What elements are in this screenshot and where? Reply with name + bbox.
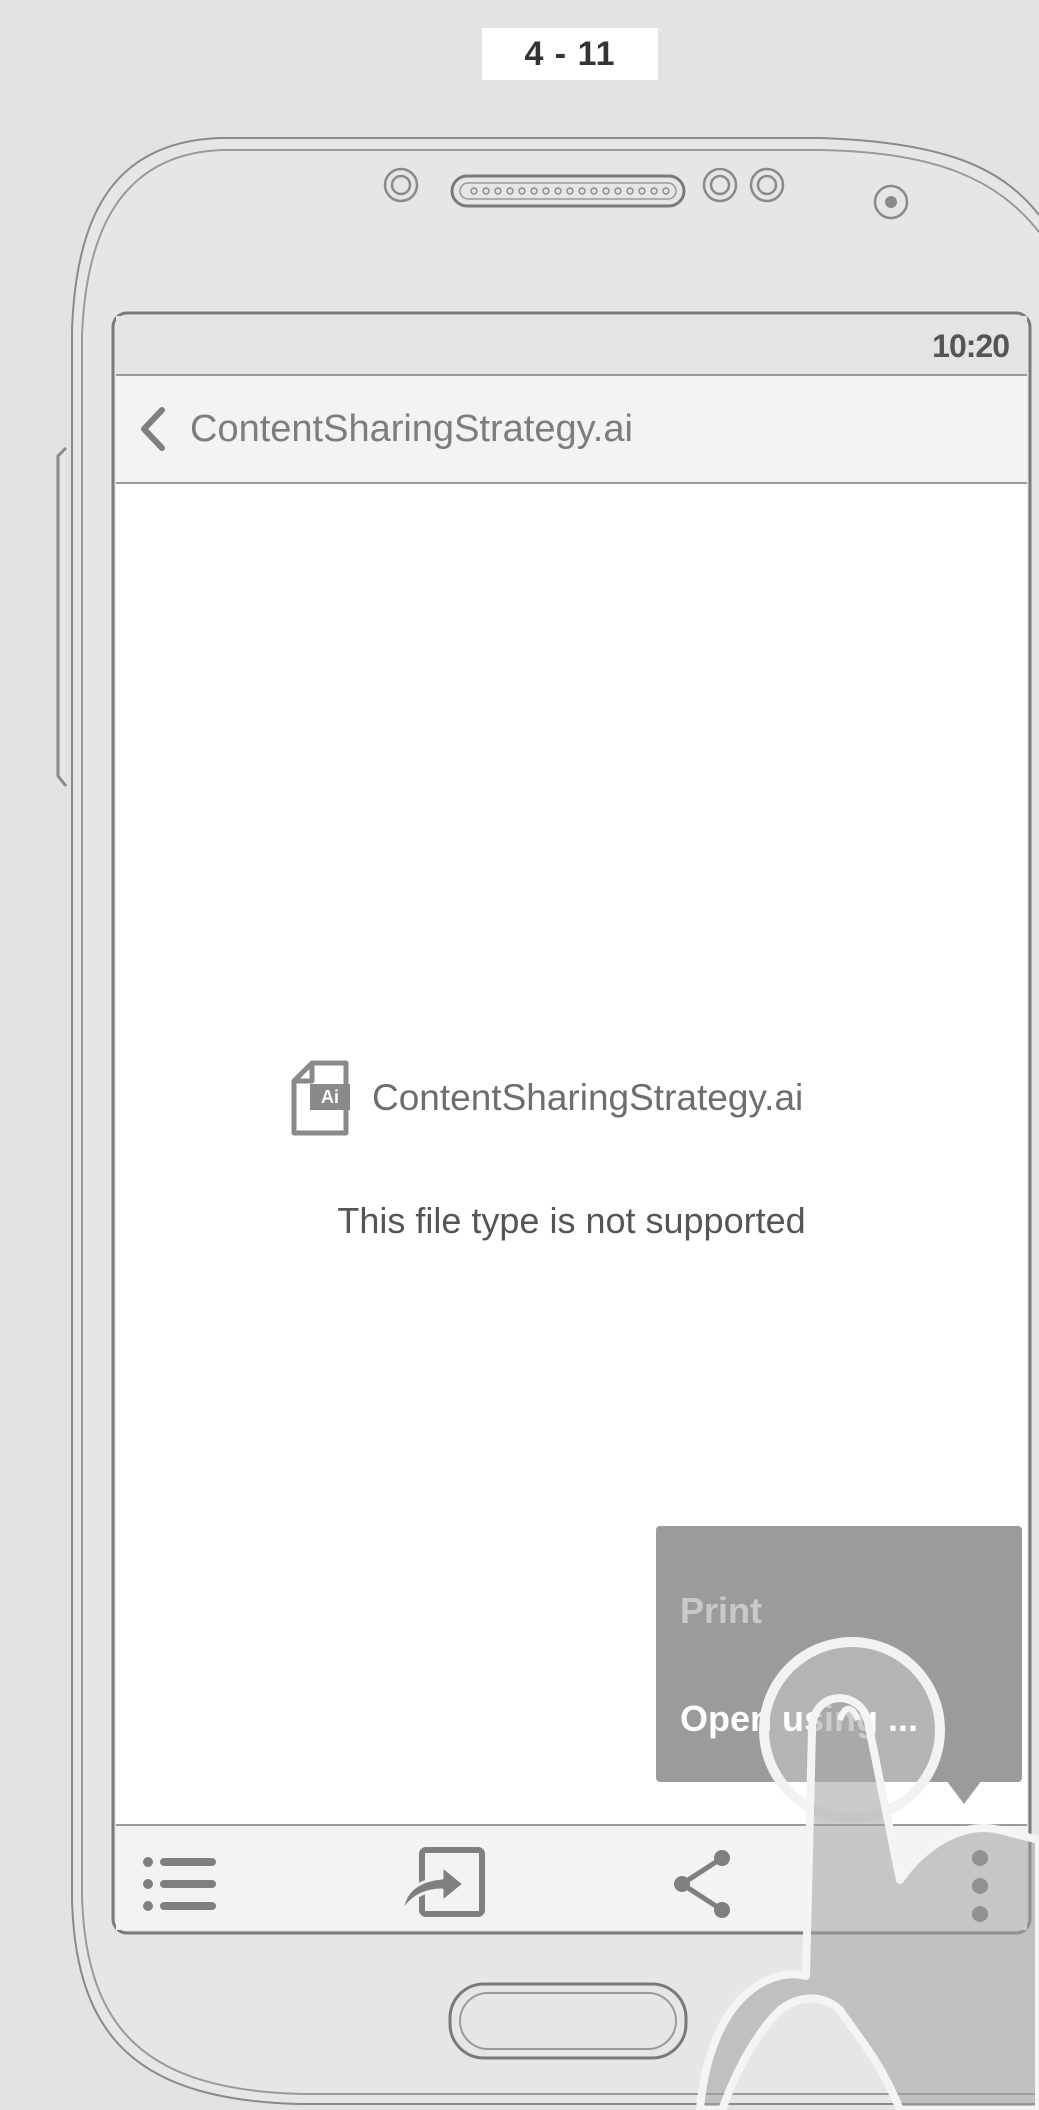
overflow-menu: Print Open using ... <box>656 1526 1022 1782</box>
file-name: ContentSharingStrategy.ai <box>372 1077 804 1118</box>
status-time: 10:20 <box>932 328 1010 364</box>
menu-item-print[interactable]: Print <box>680 1590 762 1632</box>
bottom-toolbar <box>116 1824 1027 1930</box>
phone-screen: 10:20 ContentSharingStrategy.ai Ai Conte… <box>116 316 1027 1930</box>
list-icon[interactable] <box>142 1856 218 1912</box>
status-bar: 10:20 <box>116 316 1027 376</box>
open-in-icon[interactable] <box>398 1846 488 1918</box>
header-bar: ContentSharingStrategy.ai <box>116 376 1027 484</box>
file-info: Ai ContentSharingStrategy.ai <box>290 1058 803 1138</box>
page-title: ContentSharingStrategy.ai <box>190 408 633 450</box>
illustrator-file-icon: Ai <box>291 1060 350 1136</box>
menu-pointer <box>946 1780 982 1804</box>
chevron-left-icon[interactable] <box>138 406 168 452</box>
share-icon[interactable] <box>670 1848 736 1920</box>
more-vertical-icon[interactable] <box>968 1848 992 1924</box>
menu-item-open-using[interactable]: Open using ... <box>680 1698 918 1740</box>
file-badge: Ai <box>321 1087 339 1107</box>
unsupported-message: This file type is not supported <box>337 1200 806 1241</box>
